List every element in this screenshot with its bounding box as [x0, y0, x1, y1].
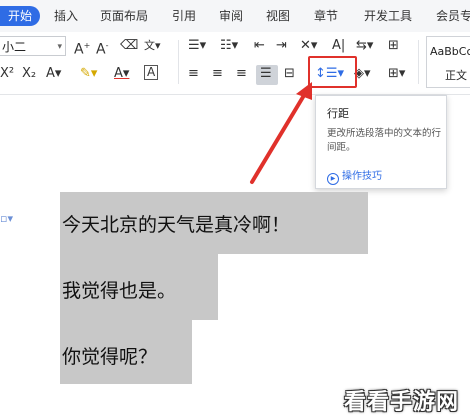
- menu-bar: 开始 插入 页面布局 引用 审阅 视图 章节 开发工具 会员专: [0, 0, 470, 33]
- subscript-icon[interactable]: X₂: [22, 66, 36, 82]
- tab-view[interactable]: 视图: [266, 7, 290, 24]
- tab-developer[interactable]: 开发工具: [364, 7, 412, 24]
- align-center-icon[interactable]: ≡: [212, 66, 223, 82]
- superscript-icon[interactable]: X²: [0, 66, 14, 82]
- highlighter-icon[interactable]: ✎▾: [80, 66, 97, 82]
- distributed-align-icon[interactable]: ⊟: [284, 66, 295, 82]
- numbered-list-icon[interactable]: ☷▾: [220, 38, 238, 54]
- style-preview: AaBbCc: [430, 45, 470, 58]
- font-color-icon[interactable]: A▾: [114, 66, 129, 82]
- decrease-indent-icon[interactable]: ⇤: [254, 38, 265, 54]
- tab-home[interactable]: 开始: [0, 6, 40, 26]
- bullet-list-icon[interactable]: ☰▾: [188, 38, 206, 54]
- tooltip-title: 行距: [327, 107, 349, 120]
- tooltip-description: 更改所选段落中的文本的行间距。: [327, 128, 442, 153]
- font-size-value: 小二: [2, 40, 27, 54]
- show-hide-icon[interactable]: ⊞: [388, 38, 399, 54]
- justify-icon[interactable]: ☰: [260, 66, 272, 82]
- increase-indent-icon[interactable]: ⇥: [276, 38, 287, 54]
- tips-link-label: 操作技巧: [342, 171, 382, 182]
- paragraph-handle-icon[interactable]: ▫▾: [0, 212, 13, 225]
- font-size-select[interactable]: 小二 ▾: [0, 36, 66, 56]
- doc-line[interactable]: 你觉得呢？: [62, 342, 157, 369]
- style-normal-label: 正文: [445, 69, 467, 82]
- text-effect-icon[interactable]: A▾: [46, 66, 61, 82]
- site-watermark: 看看手游网: [344, 390, 460, 415]
- grow-font-icon[interactable]: A+: [74, 38, 90, 58]
- paragraph-mark-icon[interactable]: A|: [332, 38, 345, 54]
- clear-format-icon[interactable]: ⌫: [120, 38, 138, 54]
- tab-member[interactable]: 会员专: [436, 7, 470, 24]
- tab-chapter[interactable]: 章节: [314, 7, 338, 24]
- sort-icon[interactable]: ⇆▾: [356, 38, 373, 54]
- play-icon: ▶: [327, 173, 339, 185]
- ribbon-toolbar: 小二 ▾ A+ A- ⌫ 文▾ X² X₂ A▾ ✎▾ A▾ A ☰▾ ☷▾ ⇤…: [0, 32, 470, 95]
- styles-gallery[interactable]: AaBbCc 正文: [426, 36, 470, 88]
- chinese-layout-icon[interactable]: ✕▾: [300, 38, 317, 54]
- align-right-icon[interactable]: ≡: [236, 66, 247, 82]
- pinyin-icon[interactable]: 文▾: [144, 38, 161, 54]
- align-left-icon[interactable]: ≡: [188, 66, 199, 82]
- char-border-icon[interactable]: A: [144, 65, 159, 80]
- chevron-down-icon: ▾: [57, 42, 62, 52]
- borders-icon[interactable]: ⊞▾: [388, 66, 405, 82]
- tips-link[interactable]: ▶ 操作技巧: [327, 167, 382, 185]
- shrink-font-icon[interactable]: A-: [96, 38, 108, 58]
- doc-line[interactable]: 我觉得也是。: [62, 276, 176, 303]
- line-spacing-tooltip: 行距 更改所选段落中的文本的行间距。 ▶ 操作技巧: [315, 95, 447, 189]
- tab-page-layout[interactable]: 页面布局: [100, 7, 148, 24]
- doc-line[interactable]: 今天北京的天气是真冷啊！: [62, 210, 290, 237]
- divider: [178, 40, 179, 84]
- line-spacing-highlight: [308, 56, 357, 88]
- tab-references[interactable]: 引用: [172, 7, 196, 24]
- divider: [418, 40, 419, 84]
- tab-insert[interactable]: 插入: [54, 7, 78, 24]
- tab-review[interactable]: 审阅: [219, 7, 243, 24]
